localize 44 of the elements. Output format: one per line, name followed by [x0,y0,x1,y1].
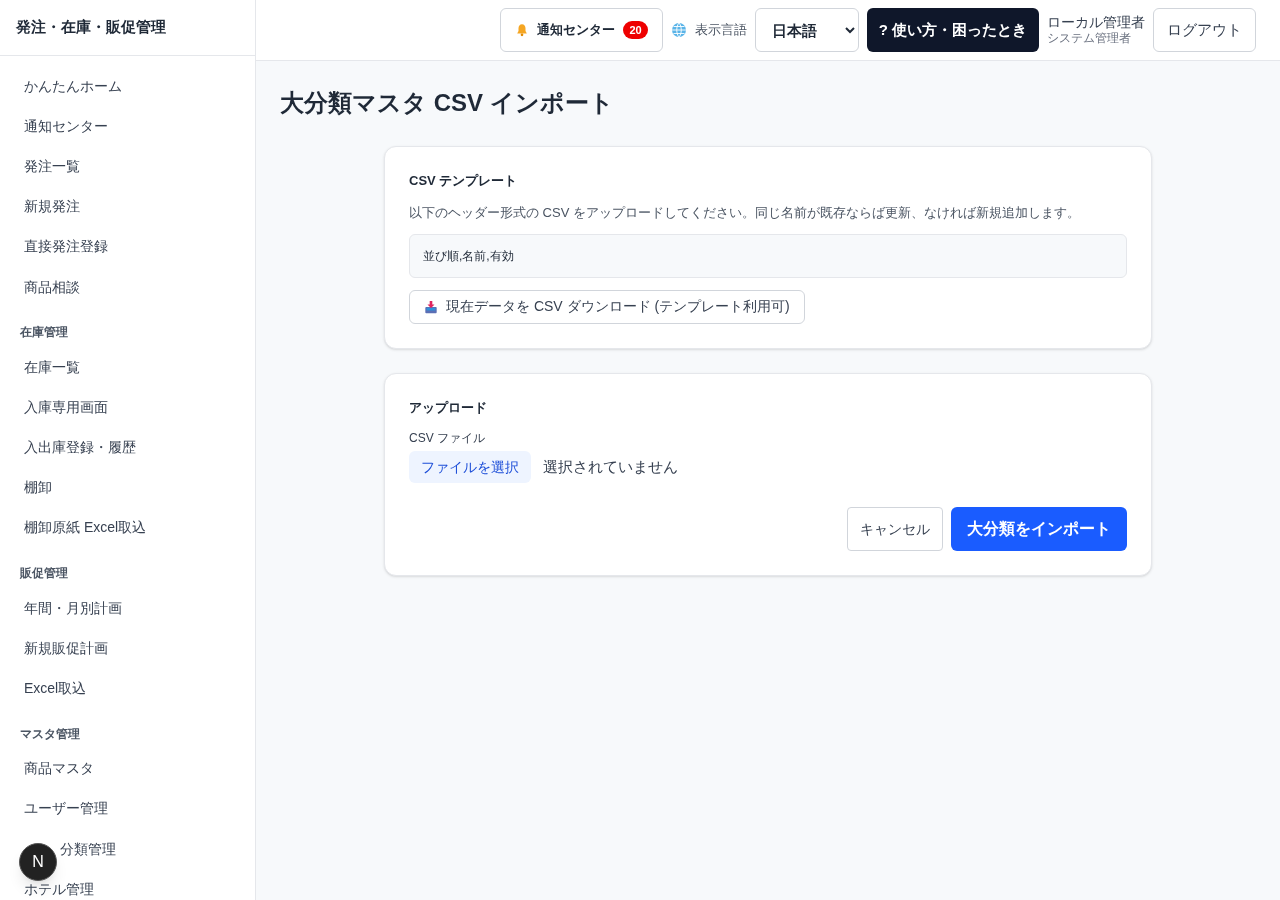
nav-section-heading: マスタ管理 [19,725,81,743]
floating-avatar-button[interactable]: N [19,843,57,881]
sidebar-item[interactable]: 分類管理 [60,829,116,870]
csv-download-button[interactable]: 現在データを CSV ダウンロード (テンプレート利用可) [409,289,805,324]
sidebar-item[interactable]: 新規発注 [0,186,255,227]
language-label: 表示言語 [694,21,747,40]
sidebar-item[interactable]: かんたんホーム [0,66,255,107]
sidebar-item[interactable]: 発注一覧 [0,146,255,187]
user-role: システム管理者 [1047,31,1132,47]
download-icon [424,299,438,314]
choose-file-button[interactable]: ファイルを選択 [409,451,531,483]
nav-section-heading: 販促管理 [19,565,69,583]
user-name: ローカル管理者 [1047,13,1145,32]
page-title: 大分類マスタ CSV インポート [280,88,615,118]
sidebar-item[interactable]: 棚卸原紙 Excel取込 [0,507,255,549]
cancel-button[interactable]: キャンセル [847,507,943,551]
sidebar-item[interactable]: 年間・月別計画 [0,588,255,629]
sidebar-item[interactable]: 通知センター [0,106,255,147]
sidebar-item[interactable]: 直接発注登録 [0,226,255,267]
nav-section-heading: 在庫管理 [19,324,69,342]
card-title: アップロード [409,398,488,417]
import-button[interactable]: 大分類をインポート [951,507,1127,551]
sidebar-item[interactable]: 在庫一覧 [0,347,255,388]
sidebar-item[interactable]: 商品相談 [0,266,255,308]
field-label: CSV ファイル [409,430,486,447]
sidebar-item[interactable]: 新規販促計画 [0,628,255,669]
logout-button[interactable]: ログアウト [1153,8,1256,52]
globe-icon [670,22,687,38]
notification-count: 20 [623,20,648,40]
help-button[interactable]: ? 使い方・困ったとき [866,8,1039,52]
sidebar-item[interactable]: Excel取込 [0,668,255,709]
app-title: 発注・在庫・販促管理 [16,17,166,38]
sidebar-item[interactable]: 棚卸 [0,467,255,508]
notification-center-button[interactable]: 通知センター 20 [500,8,663,52]
sidebar-item[interactable]: 商品マスタ [0,748,255,789]
language-select[interactable]: 日本語 [754,8,859,52]
sidebar-item[interactable]: 入出庫登録・履歴 [0,427,255,468]
template-description: 以下のヘッダー形式の CSV をアップロードしてください。同じ名前が既存ならば更新、なければ新規追加します。 [409,203,1081,222]
sidebar-item[interactable]: 入庫専用画面 [0,387,255,428]
sidebar-item[interactable]: ユーザー管理 [0,788,255,829]
card-title: CSV テンプレート [409,172,519,190]
file-status: 選択されていません [543,456,678,477]
header-format-box: 並び順,名前,有効 [409,233,1127,278]
bell-icon [515,23,530,37]
